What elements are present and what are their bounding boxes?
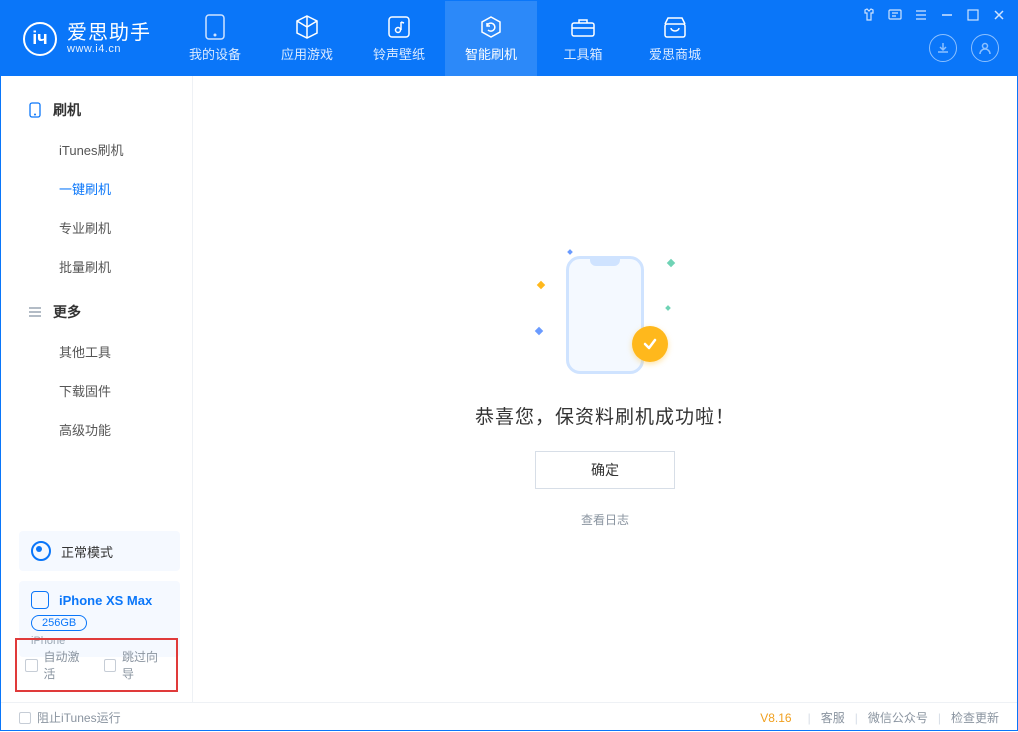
device-icon xyxy=(202,14,228,40)
nav-tab-flash[interactable]: 智能刷机 xyxy=(445,1,537,76)
status-bar: 阻止iTunes运行 V8.16 | 客服 | 微信公众号 | 检查更新 xyxy=(1,702,1017,732)
sidebar-group-flash: 刷机 xyxy=(1,94,192,126)
sidebar-item-oneclick-flash[interactable]: 一键刷机 xyxy=(1,169,192,208)
sidebar-item-itunes-flash[interactable]: iTunes刷机 xyxy=(1,130,192,169)
list-icon xyxy=(27,304,43,320)
footer-link-service[interactable]: 客服 xyxy=(821,709,845,726)
store-icon xyxy=(662,14,688,40)
nav-label: 应用游戏 xyxy=(281,44,333,63)
shirt-icon[interactable] xyxy=(861,7,877,23)
checkbox-icon xyxy=(19,712,31,724)
success-message: 恭喜您，保资料刷机成功啦！ xyxy=(475,402,735,429)
nav-tabs: 我的设备 应用游戏 铃声壁纸 智能刷机 工具箱 爱思商城 xyxy=(169,1,721,76)
flash-options-highlight: 自动激活 跳过向导 xyxy=(15,638,178,692)
feedback-icon[interactable] xyxy=(887,7,903,23)
logo-icon: iч xyxy=(23,22,57,56)
checkbox-label: 阻止iTunes运行 xyxy=(37,709,121,726)
nav-tab-toolbox[interactable]: 工具箱 xyxy=(537,1,629,76)
phone-illustration-icon xyxy=(566,256,644,374)
app-url: www.i4.cn xyxy=(67,43,151,55)
sidebar-group-title: 刷机 xyxy=(53,100,81,120)
view-log-link[interactable]: 查看日志 xyxy=(581,511,629,528)
close-button[interactable] xyxy=(991,7,1007,23)
sidebar-item-download-firmware[interactable]: 下载固件 xyxy=(1,371,192,410)
nav-label: 我的设备 xyxy=(189,44,241,63)
sidebar-group-more: 更多 xyxy=(1,296,192,328)
maximize-button[interactable] xyxy=(965,7,981,23)
success-illustration xyxy=(530,250,680,380)
sidebar-group-title: 更多 xyxy=(53,302,81,322)
main-content: 恭喜您，保资料刷机成功啦！ 确定 查看日志 xyxy=(193,76,1017,702)
sidebar-item-batch-flash[interactable]: 批量刷机 xyxy=(1,247,192,286)
nav-tab-apps[interactable]: 应用游戏 xyxy=(261,1,353,76)
phone-icon xyxy=(27,102,43,118)
nav-label: 工具箱 xyxy=(563,44,602,63)
menu-icon[interactable] xyxy=(913,7,929,23)
user-button[interactable] xyxy=(971,34,999,62)
device-capacity: 256GB xyxy=(31,615,87,631)
sidebar-item-advanced[interactable]: 高级功能 xyxy=(1,410,192,449)
checkbox-label: 跳过向导 xyxy=(122,648,168,682)
minimize-button[interactable] xyxy=(939,7,955,23)
nav-tab-ringtones[interactable]: 铃声壁纸 xyxy=(353,1,445,76)
download-button[interactable] xyxy=(929,34,957,62)
sidebar: 刷机 iTunes刷机 一键刷机 专业刷机 批量刷机 更多 其他工具 下载固件 … xyxy=(1,76,193,702)
footer-link-wechat[interactable]: 微信公众号 xyxy=(868,709,928,726)
cube-icon xyxy=(294,14,320,40)
check-badge-icon xyxy=(632,326,668,362)
header-actions xyxy=(929,34,999,62)
footer-link-update[interactable]: 检查更新 xyxy=(951,709,999,726)
device-name: iPhone XS Max xyxy=(59,593,152,608)
checkbox-icon xyxy=(104,659,117,672)
mode-icon xyxy=(31,541,51,561)
version-text: V8.16 xyxy=(760,711,791,725)
nav-label: 爱思商城 xyxy=(649,44,701,63)
sidebar-item-pro-flash[interactable]: 专业刷机 xyxy=(1,208,192,247)
nav-tab-device[interactable]: 我的设备 xyxy=(169,1,261,76)
music-icon xyxy=(386,14,412,40)
device-icon xyxy=(31,591,49,609)
toolbox-icon xyxy=(570,14,596,40)
checkbox-auto-activate[interactable]: 自动激活 xyxy=(25,648,90,682)
window-controls xyxy=(861,7,1007,23)
checkbox-icon xyxy=(25,659,38,672)
status-mode-text: 正常模式 xyxy=(61,542,113,561)
checkbox-block-itunes[interactable]: 阻止iTunes运行 xyxy=(19,709,121,726)
nav-label: 智能刷机 xyxy=(465,44,517,63)
refresh-icon xyxy=(478,14,504,40)
logo[interactable]: iч 爱思助手 www.i4.cn xyxy=(1,1,169,76)
nav-label: 铃声壁纸 xyxy=(373,44,425,63)
checkbox-skip-guide[interactable]: 跳过向导 xyxy=(104,648,169,682)
app-name: 爱思助手 xyxy=(67,23,151,43)
app-header: iч 爱思助手 www.i4.cn 我的设备 应用游戏 铃声壁纸 智能刷机 工具… xyxy=(1,1,1017,76)
nav-tab-store[interactable]: 爱思商城 xyxy=(629,1,721,76)
sidebar-item-other-tools[interactable]: 其他工具 xyxy=(1,332,192,371)
status-mode-card[interactable]: 正常模式 xyxy=(19,531,180,571)
checkbox-label: 自动激活 xyxy=(44,648,90,682)
confirm-button[interactable]: 确定 xyxy=(535,451,675,489)
